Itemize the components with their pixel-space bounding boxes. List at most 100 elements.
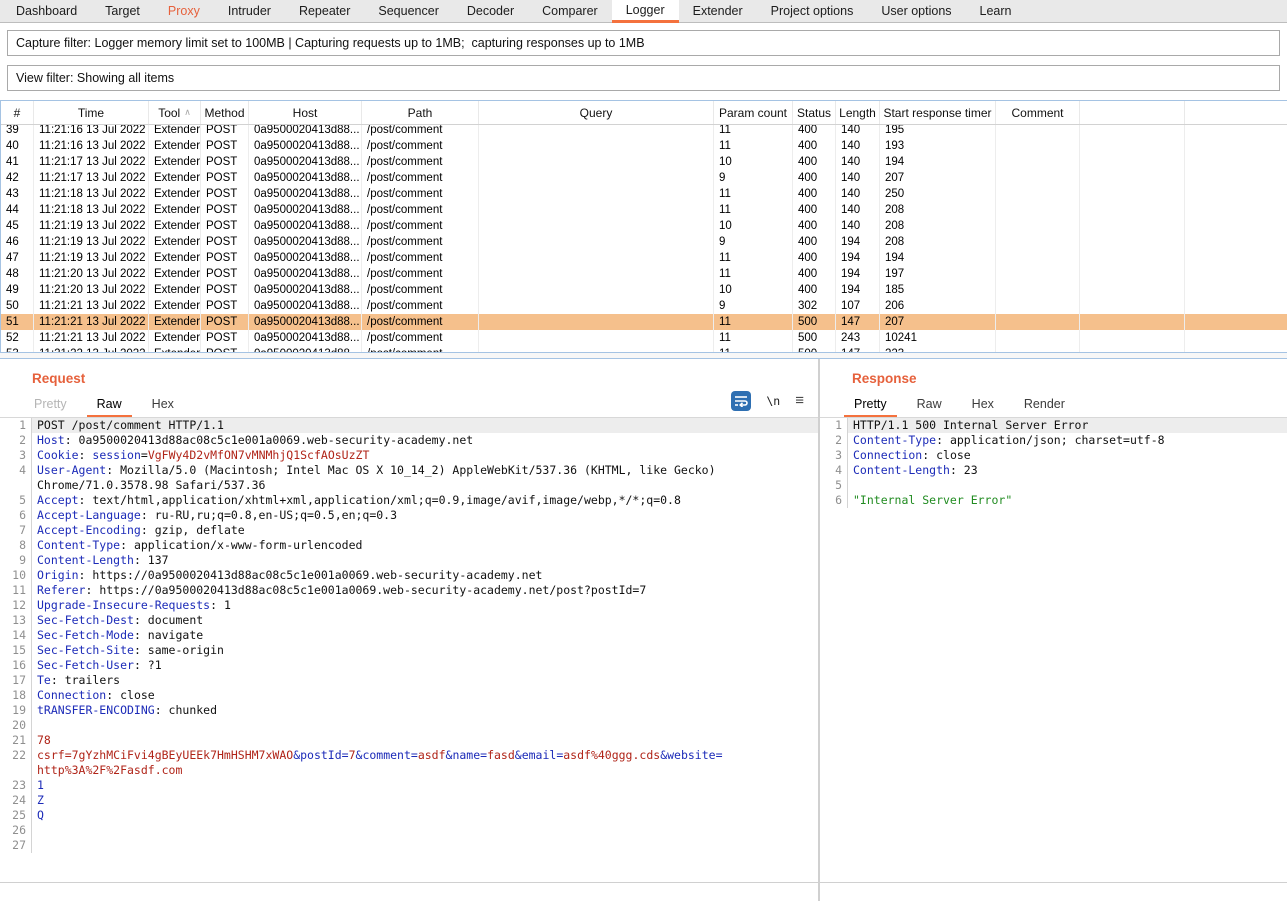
column-header-host[interactable]: Host bbox=[249, 101, 362, 124]
code-line[interactable]: 1POST /post/comment HTTP/1.1 bbox=[0, 418, 818, 433]
log-row-40[interactable]: 4011:21:16 13 Jul 2022ExtenderPOST0a9500… bbox=[1, 138, 1287, 154]
cell-: 42 bbox=[1, 170, 34, 186]
code-line[interactable]: 17Te: trailers bbox=[0, 673, 818, 688]
code-line[interactable]: 10Origin: https://0a9500020413d88ac08c5c… bbox=[0, 568, 818, 583]
code-line[interactable]: 26 bbox=[0, 823, 818, 838]
capture-filter-bar[interactable]: Capture filter: Logger memory limit set … bbox=[7, 30, 1280, 56]
soft-wrap-icon[interactable] bbox=[731, 391, 751, 411]
log-row-51[interactable]: 5111:21:21 13 Jul 2022ExtenderPOST0a9500… bbox=[1, 314, 1287, 330]
code-line[interactable]: 2Content-Type: application/json; charset… bbox=[820, 433, 1287, 448]
menu-tab-project-options[interactable]: Project options bbox=[757, 0, 868, 22]
menu-tab-proxy[interactable]: Proxy bbox=[154, 0, 214, 22]
code-line[interactable]: 19tRANSFER-ENCODING: chunked bbox=[0, 703, 818, 718]
menu-tab-logger[interactable]: Logger bbox=[612, 0, 679, 23]
code-line[interactable]: 13Sec-Fetch-Dest: document bbox=[0, 613, 818, 628]
request-tab-raw[interactable]: Raw bbox=[87, 393, 132, 417]
code-line[interactable]: Chrome/71.0.3578.98 Safari/537.36 bbox=[0, 478, 818, 493]
code-line[interactable]: http%3A%2F%2Fasdf.com bbox=[0, 763, 818, 778]
menu-tab-comparer[interactable]: Comparer bbox=[528, 0, 612, 22]
code-line[interactable]: 4Content-Length: 23 bbox=[820, 463, 1287, 478]
log-row-47[interactable]: 4711:21:19 13 Jul 2022ExtenderPOST0a9500… bbox=[1, 250, 1287, 266]
code-line[interactable]: 2178 bbox=[0, 733, 818, 748]
code-segment: &name= bbox=[446, 748, 488, 762]
menu-tab-intruder[interactable]: Intruder bbox=[214, 0, 285, 22]
menu-tab-decoder[interactable]: Decoder bbox=[453, 0, 528, 22]
log-row-49[interactable]: 4911:21:20 13 Jul 2022ExtenderPOST0a9500… bbox=[1, 282, 1287, 298]
code-line[interactable]: 16Sec-Fetch-User: ?1 bbox=[0, 658, 818, 673]
column-header-start-response-timer[interactable]: Start response timer bbox=[880, 101, 996, 124]
code-line[interactable]: 7Accept-Encoding: gzip, deflate bbox=[0, 523, 818, 538]
menu-tab-target[interactable]: Target bbox=[91, 0, 154, 22]
request-editor[interactable]: 1POST /post/comment HTTP/1.12Host: 0a950… bbox=[0, 418, 818, 883]
code-line[interactable]: 231 bbox=[0, 778, 818, 793]
code-line[interactable]: 6"Internal Server Error" bbox=[820, 493, 1287, 508]
code-line[interactable]: 3Connection: close bbox=[820, 448, 1287, 463]
cell-filler bbox=[1080, 346, 1185, 352]
code-line[interactable]: 22csrf=7gYzhMCiFvi4gBEyUEEk7HmHSHM7xWAO&… bbox=[0, 748, 818, 763]
response-tab-raw[interactable]: Raw bbox=[907, 393, 952, 417]
view-filter-bar[interactable]: View filter: Showing all items bbox=[7, 65, 1280, 91]
log-row-52[interactable]: 5211:21:21 13 Jul 2022ExtenderPOST0a9500… bbox=[1, 330, 1287, 346]
code-line[interactable]: 14Sec-Fetch-Mode: navigate bbox=[0, 628, 818, 643]
column-header-length[interactable]: Length bbox=[836, 101, 880, 124]
log-table-body[interactable]: 3911:21:16 13 Jul 2022ExtenderPOST0a9500… bbox=[1, 125, 1287, 352]
code-line[interactable]: 8Content-Type: application/x-www-form-ur… bbox=[0, 538, 818, 553]
code-line[interactable]: 12Upgrade-Insecure-Requests: 1 bbox=[0, 598, 818, 613]
code-line[interactable]: 6Accept-Language: ru-RU,ru;q=0.8,en-US;q… bbox=[0, 508, 818, 523]
cell-param-count: 10 bbox=[714, 282, 793, 298]
editor-menu-icon[interactable]: ≡ bbox=[795, 395, 804, 407]
column-header-comment[interactable]: Comment bbox=[996, 101, 1080, 124]
response-tab-render[interactable]: Render bbox=[1014, 393, 1075, 417]
log-row-48[interactable]: 4811:21:20 13 Jul 2022ExtenderPOST0a9500… bbox=[1, 266, 1287, 282]
code-line[interactable]: 2Host: 0a9500020413d88ac08c5c1e001a0069.… bbox=[0, 433, 818, 448]
code-line[interactable]: 25Q bbox=[0, 808, 818, 823]
log-row-45[interactable]: 4511:21:19 13 Jul 2022ExtenderPOST0a9500… bbox=[1, 218, 1287, 234]
log-row-39[interactable]: 3911:21:16 13 Jul 2022ExtenderPOST0a9500… bbox=[1, 125, 1287, 138]
log-row-53[interactable]: 5311:21:22 13 Jul 2022ExtenderPOST0a9500… bbox=[1, 346, 1287, 352]
code-line[interactable]: 3Cookie: session=VgFWy4D2vMfON7vMNMhjQ1S… bbox=[0, 448, 818, 463]
column-header-tool[interactable]: Tool∧ bbox=[149, 101, 201, 124]
log-row-43[interactable]: 4311:21:18 13 Jul 2022ExtenderPOST0a9500… bbox=[1, 186, 1287, 202]
menu-tab-learn[interactable]: Learn bbox=[966, 0, 1026, 22]
column-header-param-count[interactable]: Param count bbox=[714, 101, 793, 124]
code-line[interactable]: 5 bbox=[820, 478, 1287, 493]
menu-tab-dashboard[interactable]: Dashboard bbox=[2, 0, 91, 22]
code-line[interactable]: 27 bbox=[0, 838, 818, 853]
code-text: Accept-Language: ru-RU,ru;q=0.8,en-US;q=… bbox=[32, 508, 818, 523]
code-line[interactable]: 20 bbox=[0, 718, 818, 733]
column-header-path[interactable]: Path bbox=[362, 101, 479, 124]
log-row-46[interactable]: 4611:21:19 13 Jul 2022ExtenderPOST0a9500… bbox=[1, 234, 1287, 250]
response-tab-pretty[interactable]: Pretty bbox=[844, 393, 897, 417]
line-number: 19 bbox=[0, 703, 32, 718]
log-row-50[interactable]: 5011:21:21 13 Jul 2022ExtenderPOST0a9500… bbox=[1, 298, 1287, 314]
log-row-44[interactable]: 4411:21:18 13 Jul 2022ExtenderPOST0a9500… bbox=[1, 202, 1287, 218]
column-header-[interactable]: # bbox=[1, 101, 34, 124]
newline-toggle-icon[interactable]: \n bbox=[766, 394, 780, 408]
response-editor[interactable]: 1HTTP/1.1 500 Internal Server Error2Cont… bbox=[820, 418, 1287, 883]
request-tab-pretty[interactable]: Pretty bbox=[24, 393, 77, 417]
column-header-status[interactable]: Status bbox=[793, 101, 836, 124]
code-line[interactable]: 18Connection: close bbox=[0, 688, 818, 703]
column-header-time[interactable]: Time bbox=[34, 101, 149, 124]
menu-tab-sequencer[interactable]: Sequencer bbox=[364, 0, 452, 22]
request-tab-hex[interactable]: Hex bbox=[142, 393, 184, 417]
code-line[interactable]: 15Sec-Fetch-Site: same-origin bbox=[0, 643, 818, 658]
response-tab-hex[interactable]: Hex bbox=[962, 393, 1004, 417]
code-line[interactable]: 5Accept: text/html,application/xhtml+xml… bbox=[0, 493, 818, 508]
menu-tab-repeater[interactable]: Repeater bbox=[285, 0, 364, 22]
log-row-42[interactable]: 4211:21:17 13 Jul 2022ExtenderPOST0a9500… bbox=[1, 170, 1287, 186]
cell-length: 194 bbox=[836, 266, 880, 282]
cell-param-count: 9 bbox=[714, 298, 793, 314]
column-header-method[interactable]: Method bbox=[201, 101, 249, 124]
menu-tab-user-options[interactable]: User options bbox=[867, 0, 965, 22]
code-line[interactable]: 1HTTP/1.1 500 Internal Server Error bbox=[820, 418, 1287, 433]
log-row-41[interactable]: 4111:21:17 13 Jul 2022ExtenderPOST0a9500… bbox=[1, 154, 1287, 170]
menu-tab-extender[interactable]: Extender bbox=[679, 0, 757, 22]
code-line[interactable]: 9Content-Length: 137 bbox=[0, 553, 818, 568]
horizontal-splitter[interactable] bbox=[0, 352, 1287, 359]
code-text: "Internal Server Error" bbox=[848, 493, 1287, 508]
code-line[interactable]: 11Referer: https://0a9500020413d88ac08c5… bbox=[0, 583, 818, 598]
code-line[interactable]: 4User-Agent: Mozilla/5.0 (Macintosh; Int… bbox=[0, 463, 818, 478]
column-header-query[interactable]: Query bbox=[479, 101, 714, 124]
code-line[interactable]: 24Z bbox=[0, 793, 818, 808]
